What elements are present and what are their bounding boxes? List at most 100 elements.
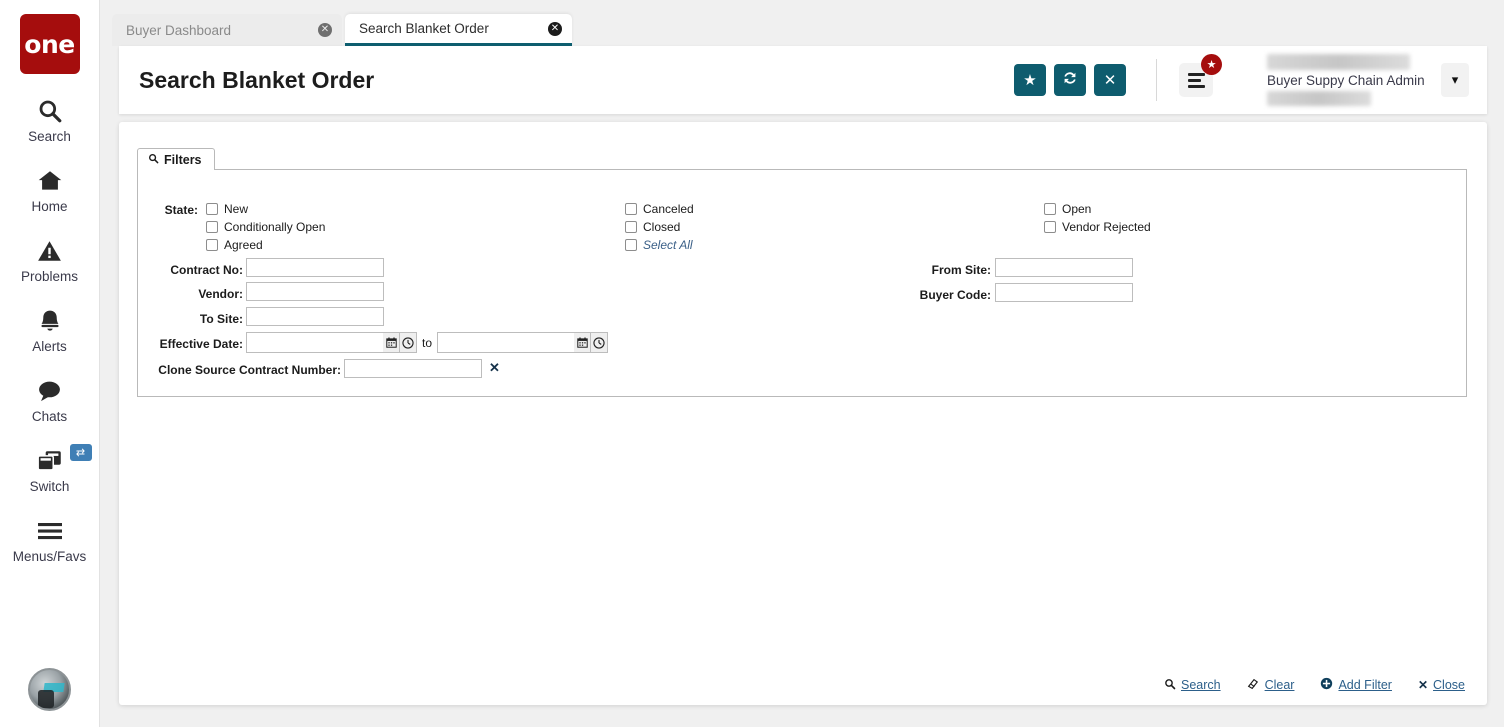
menu-favorites-button[interactable]: ★ — [1179, 54, 1222, 97]
clone-source-input[interactable] — [344, 359, 482, 378]
header-divider — [1156, 59, 1157, 101]
windows-stack-icon — [36, 446, 64, 476]
from-site-input[interactable] — [995, 258, 1133, 277]
tab-filters-label: Filters — [164, 152, 202, 167]
close-circle-icon[interactable]: ✕ — [548, 21, 562, 36]
tab-label: Search Blanket Order — [359, 21, 489, 36]
checkbox-canceled[interactable]: Canceled — [625, 202, 694, 216]
checkbox-label: Canceled — [643, 202, 694, 216]
close-button[interactable]: ✕ — [1094, 64, 1126, 96]
add-filter-action-label: Add Filter — [1338, 678, 1392, 692]
search-action[interactable]: Search — [1164, 678, 1221, 693]
tab-search-blanket-order[interactable]: Search Blanket Order ✕ — [345, 14, 572, 46]
clock-icon[interactable] — [400, 332, 417, 353]
sidebar-item-label: Menus/Favs — [12, 549, 87, 564]
sidebar-item-home[interactable]: Home — [0, 166, 100, 214]
vendor-label: Vendor: — [198, 287, 243, 301]
checkbox-box[interactable] — [625, 203, 637, 215]
search-icon — [148, 153, 159, 167]
calendar-icon[interactable] — [383, 332, 400, 353]
checkbox-closed[interactable]: Closed — [625, 220, 680, 234]
sidebar-item-label: Alerts — [32, 339, 67, 354]
close-circle-icon[interactable]: ✕ — [318, 23, 332, 37]
clone-source-label: Clone Source Contract Number: — [158, 363, 341, 377]
checkbox-box[interactable] — [206, 239, 218, 251]
to-site-input[interactable] — [246, 307, 384, 326]
refresh-icon — [1062, 70, 1078, 90]
clone-source-remove-icon[interactable]: ✕ — [489, 360, 500, 376]
checkbox-box[interactable] — [625, 239, 637, 251]
checkbox-box[interactable] — [625, 221, 637, 233]
eraser-icon — [1247, 677, 1260, 693]
checkbox-select-all[interactable]: Select All — [625, 238, 693, 252]
avatar-shape — [38, 690, 54, 708]
clock-icon[interactable] — [591, 332, 608, 353]
sidebar-item-menus-favs[interactable]: Menus/Favs — [0, 516, 100, 564]
add-filter-action[interactable]: Add Filter — [1320, 677, 1392, 693]
sidebar-item-chats[interactable]: Chats — [0, 376, 100, 424]
tab-filters[interactable]: Filters — [137, 148, 215, 170]
swap-arrows-icon[interactable]: ⇄ — [69, 444, 92, 461]
checkbox-vendor-rejected[interactable]: Vendor Rejected — [1044, 220, 1151, 234]
sidebar-item-label: Home — [31, 199, 68, 214]
close-action[interactable]: ✕ Close — [1418, 678, 1465, 692]
bell-icon — [37, 306, 63, 336]
contract-no-input[interactable] — [246, 258, 384, 277]
avatar[interactable] — [28, 668, 71, 711]
user-profile[interactable]: Buyer Suppy Chain Admin — [1267, 54, 1435, 106]
vendor-input[interactable] — [246, 282, 384, 301]
user-org-redacted — [1267, 91, 1371, 106]
search-icon — [37, 96, 63, 126]
page-header: Search Blanket Order ★ ✕ ★ Buyer Suppy C… — [119, 46, 1487, 114]
page-title: Search Blanket Order — [139, 66, 375, 93]
checkbox-box[interactable] — [206, 203, 218, 215]
checkbox-box[interactable] — [1044, 203, 1056, 215]
user-role-label: Buyer Suppy Chain Admin — [1267, 73, 1425, 88]
date-range-separator: to — [422, 336, 433, 350]
checkbox-new[interactable]: New — [206, 202, 248, 216]
sidebar-item-search[interactable]: Search — [0, 96, 100, 144]
home-icon — [36, 166, 64, 196]
checkbox-open[interactable]: Open — [1044, 202, 1091, 216]
favorite-button[interactable]: ★ — [1014, 64, 1046, 96]
from-site-label: From Site: — [931, 263, 991, 277]
tab-label: Buyer Dashboard — [126, 22, 232, 38]
left-nav-rail: one Search Home Problems Alerts Chats ⇄ … — [0, 0, 100, 727]
to-site-label: To Site: — [199, 312, 243, 326]
select-all-link[interactable]: Select All — [643, 238, 693, 252]
refresh-button[interactable] — [1054, 64, 1086, 96]
brand-logo-text: one — [24, 29, 75, 59]
effective-date-from-input[interactable] — [246, 332, 384, 353]
calendar-icon[interactable] — [574, 332, 591, 353]
x-icon: ✕ — [1417, 678, 1429, 692]
user-name-redacted — [1267, 54, 1410, 70]
star-icon: ★ — [1201, 54, 1222, 75]
star-icon: ★ — [1023, 72, 1037, 89]
effective-date-to-input[interactable] — [437, 332, 575, 353]
chat-bubble-icon — [36, 376, 63, 406]
chevron-down-icon[interactable]: ▾ — [1441, 63, 1469, 97]
checkbox-label: Open — [1062, 202, 1092, 216]
checkbox-conditionally-open[interactable]: Conditionally Open — [206, 220, 325, 234]
checkbox-box[interactable] — [206, 221, 218, 233]
sidebar-item-alerts[interactable]: Alerts — [0, 306, 100, 354]
clear-action[interactable]: Clear — [1247, 677, 1295, 693]
clear-action-label: Clear — [1264, 678, 1295, 692]
tab-strip: Buyer Dashboard ✕ Search Blanket Order ✕ — [101, 0, 1504, 46]
sidebar-item-switch[interactable]: ⇄ Switch — [0, 444, 100, 494]
tab-buyer-dashboard[interactable]: Buyer Dashboard ✕ — [112, 14, 342, 46]
checkbox-box[interactable] — [1044, 221, 1056, 233]
checkbox-label: Agreed — [224, 238, 263, 252]
x-icon: ✕ — [1103, 72, 1117, 89]
sidebar-item-problems[interactable]: Problems — [0, 236, 100, 284]
plus-circle-icon — [1320, 677, 1333, 693]
effective-date-label: Effective Date: — [159, 337, 243, 351]
sidebar-item-label: Problems — [20, 269, 79, 284]
buyer-code-input[interactable] — [995, 283, 1133, 302]
contract-no-label: Contract No: — [170, 263, 243, 277]
main-content-panel: Filters State: New Conditionally Open Ag… — [119, 122, 1487, 705]
search-action-label: Search — [1180, 678, 1221, 692]
checkbox-agreed[interactable]: Agreed — [206, 238, 263, 252]
brand-logo[interactable]: one — [19, 14, 80, 74]
filters-panel: State: New Conditionally Open Agreed Can… — [137, 169, 1467, 397]
